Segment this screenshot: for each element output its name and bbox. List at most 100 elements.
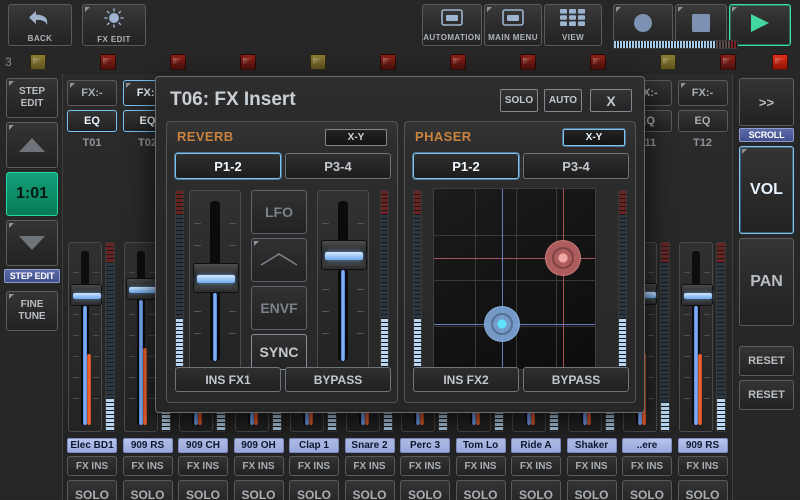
track-name-tag[interactable]: Ride A — [511, 438, 561, 453]
slider-handle[interactable] — [321, 240, 367, 270]
track-solo-button[interactable]: SOLO — [344, 480, 395, 500]
reverb-bypass-button[interactable]: BYPASS — [285, 367, 391, 392]
pattern-clip[interactable] — [380, 54, 396, 70]
pattern-clip[interactable] — [450, 54, 466, 70]
phaser-insert-button[interactable]: INS FX2 — [413, 367, 519, 392]
track-fx-ins-button[interactable]: FX INS — [344, 456, 395, 476]
reverb-xy-button[interactable]: X-Y — [325, 129, 387, 146]
automation-button[interactable]: AUTOMATION — [422, 4, 482, 46]
nudge-up-button[interactable] — [6, 122, 58, 168]
track-name-tag[interactable]: ..ere — [622, 438, 672, 453]
track-solo-button[interactable]: SOLO — [178, 480, 228, 500]
track-name-tag[interactable]: Elec BD1 — [67, 438, 117, 453]
phaser-xy-button[interactable]: X-Y — [563, 129, 625, 146]
fx-edit-button[interactable]: FX EDIT — [82, 4, 146, 46]
reverb-time-slider[interactable] — [189, 190, 241, 370]
pattern-clip[interactable] — [590, 54, 606, 70]
scroll-next-button[interactable]: >> — [739, 78, 794, 126]
fader-handle[interactable] — [70, 284, 102, 307]
position-display[interactable]: 1:01 — [6, 172, 58, 216]
pattern-clip[interactable] — [170, 54, 186, 70]
main-menu-button[interactable]: MAIN MENU — [484, 4, 542, 46]
track-fx-button[interactable]: FX:- — [67, 80, 117, 106]
track-fx-ins-button[interactable]: FX INS — [511, 456, 561, 476]
track-solo-button[interactable]: SOLO — [67, 480, 117, 500]
track-fx-button[interactable]: FX:- — [677, 80, 728, 106]
track-fx-ins-button[interactable]: FX INS — [566, 456, 617, 476]
xy-point-blue[interactable] — [484, 306, 520, 342]
track-solo-button[interactable]: SOLO — [289, 480, 339, 500]
dialog-solo-button[interactable]: SOLO — [500, 89, 538, 112]
reverb-mix-slider[interactable] — [317, 190, 369, 370]
dialog-auto-button[interactable]: AUTO — [544, 89, 582, 112]
track-eq-button[interactable]: EQ — [67, 110, 117, 132]
track-fx-ins-button[interactable]: FX INS — [455, 456, 506, 476]
back-button[interactable]: BACK — [8, 4, 72, 46]
view-button[interactable]: VIEW — [544, 4, 602, 46]
pattern-clip[interactable] — [30, 54, 46, 70]
reset-mute-button[interactable]: RESET — [739, 380, 794, 410]
track-fx-ins-button[interactable]: FX INS — [122, 456, 173, 476]
phaser-xy-pad[interactable] — [433, 188, 596, 370]
corner-marker-icon — [9, 223, 14, 228]
pattern-clip[interactable] — [772, 54, 788, 70]
reverb-waveform-button[interactable] — [251, 238, 307, 282]
fader-handle[interactable] — [680, 284, 713, 307]
dialog-close-button[interactable]: X — [590, 89, 632, 112]
track-fx-ins-button[interactable]: FX INS — [677, 456, 728, 476]
reset-solo-button[interactable]: RESET — [739, 346, 794, 376]
track-name-tag[interactable]: Tom Lo — [455, 438, 506, 453]
pan-button[interactable]: PAN — [739, 238, 794, 326]
step-edit-button[interactable]: STEP EDIT — [6, 78, 58, 118]
pattern-clip[interactable] — [240, 54, 256, 70]
track-volume-fader[interactable] — [68, 242, 102, 432]
slider-handle[interactable] — [193, 263, 239, 294]
nudge-down-button[interactable] — [6, 220, 58, 266]
reverb-page-p1-2-button[interactable]: P1-2 — [175, 153, 281, 179]
track-name-tag[interactable]: 909 RS — [677, 438, 728, 453]
track-volume-fader[interactable] — [123, 242, 158, 432]
reverb-envf-button[interactable]: ENVF — [251, 286, 307, 330]
pattern-clip[interactable] — [310, 54, 326, 70]
track-eq-button[interactable]: EQ — [677, 110, 728, 132]
track-solo-button[interactable]: SOLO — [233, 480, 284, 500]
pattern-clip[interactable] — [720, 54, 736, 70]
track-solo-button[interactable]: SOLO — [455, 480, 506, 500]
track-name-tag[interactable]: Shaker — [566, 438, 617, 453]
track-name-tag[interactable]: Perc 3 — [400, 438, 450, 453]
track-volume-fader[interactable] — [678, 242, 713, 432]
xy-point-red[interactable] — [545, 240, 581, 276]
reverb-lfo-button[interactable]: LFO — [251, 190, 307, 234]
track-name-tag[interactable]: 909 CH — [178, 438, 228, 453]
track-fx-ins-button[interactable]: FX INS — [289, 456, 339, 476]
pattern-clip[interactable] — [100, 54, 116, 70]
track-solo-button[interactable]: SOLO — [122, 480, 173, 500]
track-solo-button[interactable]: SOLO — [511, 480, 561, 500]
fine-tune-button[interactable]: FINE TUNE — [6, 291, 58, 331]
phaser-bypass-button[interactable]: BYPASS — [523, 367, 629, 392]
pattern-clip[interactable] — [520, 54, 536, 70]
reverb-page-p3-4-button[interactable]: P3-4 — [285, 153, 391, 179]
pattern-clip[interactable] — [660, 54, 676, 70]
track-fx-ins-button[interactable]: FX INS — [622, 456, 672, 476]
play-button[interactable] — [729, 4, 791, 46]
fader-tick — [73, 335, 79, 336]
fader-handle[interactable] — [125, 278, 158, 301]
vol-button[interactable]: VOL — [739, 146, 794, 234]
reverb-insert-button[interactable]: INS FX1 — [175, 367, 281, 392]
track-fx-ins-button[interactable]: FX INS — [67, 456, 117, 476]
track-solo-button[interactable]: SOLO — [677, 480, 728, 500]
track-solo-button[interactable]: SOLO — [400, 480, 450, 500]
track-solo-button[interactable]: SOLO — [622, 480, 672, 500]
track-solo-button[interactable]: SOLO — [566, 480, 617, 500]
phaser-page-p3-4-button[interactable]: P3-4 — [523, 153, 629, 179]
track-name-tag[interactable]: 909 OH — [233, 438, 284, 453]
track-fx-ins-button[interactable]: FX INS — [233, 456, 284, 476]
track-name-tag[interactable]: Snare 2 — [344, 438, 395, 453]
track-name-tag[interactable]: Clap 1 — [289, 438, 339, 453]
reverb-sync-button[interactable]: SYNC — [251, 334, 307, 370]
track-fx-ins-button[interactable]: FX INS — [400, 456, 450, 476]
track-fx-ins-button[interactable]: FX INS — [178, 456, 228, 476]
phaser-page-p1-2-button[interactable]: P1-2 — [413, 153, 519, 179]
track-name-tag[interactable]: 909 RS — [122, 438, 173, 453]
